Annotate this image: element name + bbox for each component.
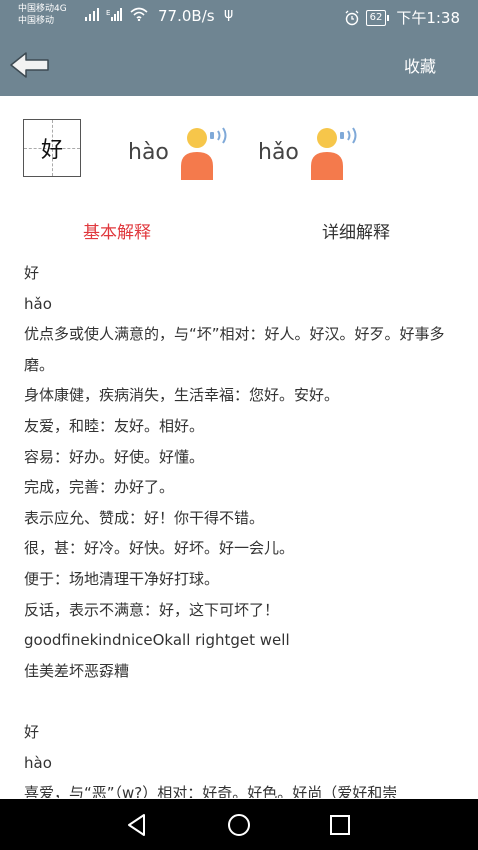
entry-pinyin: hào (24, 753, 52, 772)
tab-detailed-explanation[interactable]: 详细解释 (322, 218, 390, 243)
entry-character: 好 (24, 264, 40, 282)
navigation-bar (0, 799, 478, 850)
definition-line: 身体康健，疾病消失，生活幸福：您好。安好。 (24, 386, 340, 405)
carrier-info: 中国移动4G 中国移动 (18, 3, 67, 27)
related-words: 佳美差坏恶孬糟 (24, 661, 130, 680)
nav-recents-button[interactable] (326, 811, 354, 839)
speaker-button-2[interactable] (310, 126, 362, 180)
definition-line: 完成，完善：办好了。 (24, 478, 175, 497)
app-bar: 收藏 (0, 32, 478, 96)
definition-line: 喜爱，与“恶”（w?）相对：好奇。好色。好尚（爱好和崇 (24, 784, 398, 798)
speaker-person-icon (181, 127, 227, 180)
signal-icon (85, 8, 99, 21)
pronunciation-1: hào (128, 140, 169, 165)
signal-icons: E (84, 7, 148, 21)
definition-line: 表示应允、赞成：好！你干得不错。 (24, 508, 265, 527)
wifi-icon (130, 7, 148, 21)
favorite-button[interactable]: 收藏 (404, 53, 436, 77)
nav-back-button[interactable] (124, 811, 152, 839)
status-right: 62 下午1:38 (344, 7, 460, 28)
character-glyph: 好 (40, 138, 63, 163)
alarm-icon (345, 10, 359, 25)
battery-icon: 62 (365, 9, 390, 26)
definition-line: 便于：场地清理干净好打球。 (24, 569, 220, 588)
back-arrow-icon (10, 52, 49, 78)
definition-line: 容易：好办。好使。好懂。 (24, 447, 205, 466)
definition-line: 很，甚：好冷。好快。好坏。好一会儿。 (24, 539, 295, 558)
pronunciation-2: hǎo (258, 140, 299, 165)
nav-home-button[interactable] (225, 811, 253, 839)
speaker-person-icon (311, 127, 357, 180)
recents-square-icon (330, 815, 350, 835)
usb-icon: ψ (224, 6, 234, 22)
back-triangle-icon (128, 814, 145, 836)
definition-line: 反话，表示不满意：好，这下可坏了！ (24, 600, 280, 619)
definition-content[interactable]: 好 hǎo 优点多或使人满意的，与“坏”相对：好人。好汉。好歹。好事多 磨。 身… (24, 258, 478, 798)
definition-line: 友爱，和睦：友好。相好。 (24, 416, 205, 435)
entry-gap (24, 686, 478, 717)
signal-icon: E (106, 8, 122, 21)
definition-entry: 好 hào 喜爱，与“恶”（w?）相对：好奇。好色。好尚（爱好和崇 (24, 717, 478, 798)
definition-line: 磨。 (24, 355, 55, 374)
carrier-line-2: 中国移动 (18, 16, 55, 26)
speaker-button-1[interactable] (180, 126, 232, 180)
back-button[interactable] (8, 50, 52, 80)
entry-pinyin: hǎo (24, 294, 52, 313)
carrier-line-1: 中国移动4G (18, 4, 67, 14)
home-circle-icon (228, 814, 250, 836)
network-speed: 77.0B/s (158, 7, 215, 25)
definition-line: 优点多或使人满意的，与“坏”相对：好人。好汉。好歹。好事多 (24, 325, 445, 344)
entry-character: 好 (24, 722, 40, 741)
definition-entry: 好 hǎo 优点多或使人满意的，与“坏”相对：好人。好汉。好歹。好事多 磨。 身… (24, 258, 478, 686)
tab-basic-explanation[interactable]: 基本解释 (83, 218, 151, 243)
status-bar: 中国移动4G 中国移动 E 77.0B/s ψ 62 下午1:38 (0, 0, 478, 32)
character-box: 好 (23, 119, 81, 177)
english-translation: goodfinekindniceOkall rightget well (24, 631, 290, 650)
svg-text:E: E (106, 9, 110, 17)
clock: 下午1:38 (396, 9, 460, 27)
